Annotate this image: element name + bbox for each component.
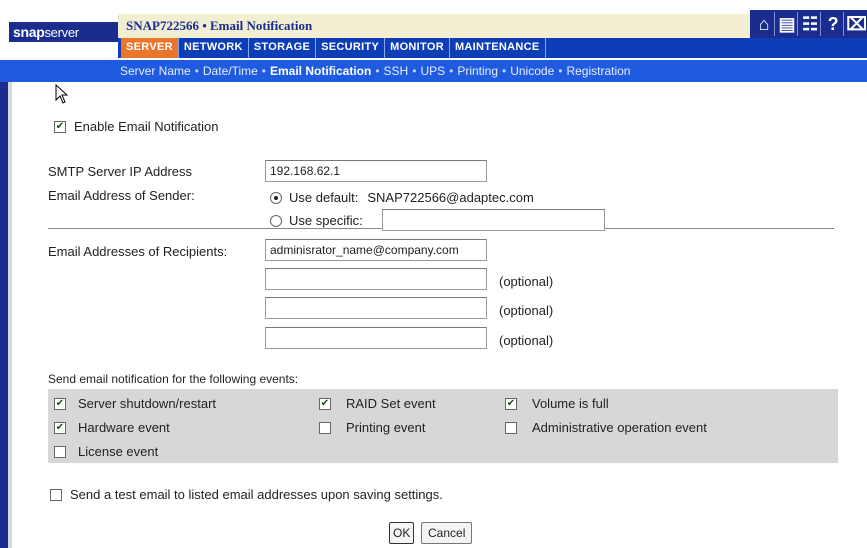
left-border (0, 82, 8, 548)
recipients-label-row: Email Addresses of Recipients: (48, 244, 227, 259)
logo-sub: server (44, 25, 79, 40)
recipients-label: Email Addresses of Recipients: (48, 244, 228, 259)
event-admin-operation-checkbox[interactable] (505, 421, 517, 434)
test-email-label: Send a test email to listed email addres… (70, 487, 443, 502)
subnav-ssh[interactable]: SSH (384, 64, 409, 78)
logout-icon[interactable]: ⌧ (846, 12, 867, 36)
server-list-icon[interactable]: ▤ (777, 12, 799, 36)
logo-main: snap (13, 24, 45, 40)
specific-sender-input[interactable] (382, 209, 605, 231)
subnav-date-time[interactable]: Date/Time (203, 64, 258, 78)
smtp-server-input[interactable] (265, 160, 487, 182)
optional-note-3: (optional) (499, 303, 554, 318)
event-server-shutdown-checkbox[interactable]: ✔ (54, 397, 66, 410)
event-label: RAID Set event (346, 396, 436, 411)
subnav-ups[interactable]: UPS (420, 64, 445, 78)
subnav-printing[interactable]: Printing (457, 64, 498, 78)
events-heading-row: Send email notification for the followin… (48, 372, 298, 386)
email-notification-form: ✔ Enable Email Notification SMTP Server … (12, 82, 867, 548)
sub-navigation: Server Name • Date/Time • Email Notification… (0, 60, 867, 82)
event-printing-checkbox[interactable] (319, 421, 331, 434)
event-item: ✔ RAID Set event (319, 396, 436, 411)
ok-button[interactable]: OK (389, 522, 415, 544)
event-license-checkbox[interactable] (54, 445, 66, 458)
event-item: Printing event (319, 420, 426, 435)
recipient-input-3[interactable] (265, 297, 487, 319)
subnav-email-notification[interactable]: Email Notification (270, 64, 371, 78)
optional-note-2-row: (optional) (499, 274, 553, 289)
optional-note-2: (optional) (499, 274, 554, 289)
help-icon[interactable]: ? (823, 12, 845, 36)
network-map-icon[interactable]: ☷ (800, 12, 822, 36)
main-tabs: SERVER NETWORK STORAGE SECURITY MONITOR … (118, 38, 867, 58)
event-item: License event (54, 444, 158, 459)
event-label: Printing event (346, 420, 426, 435)
use-default-radio[interactable] (270, 191, 282, 204)
test-email-checkbox[interactable] (50, 488, 62, 501)
event-label: Administrative operation event (532, 420, 707, 435)
event-raid-set-checkbox[interactable]: ✔ (319, 397, 331, 410)
sender-label-row: Email Address of Sender: (48, 188, 195, 203)
toolbar-icons: ⌂ ▤ ☷ ? ⌧ (750, 10, 867, 38)
event-hardware-checkbox[interactable]: ✔ (54, 421, 66, 434)
default-address: SNAP722566@adaptec.com (367, 190, 534, 205)
event-label: License event (78, 444, 159, 459)
event-label: Server shutdown/restart (78, 396, 217, 411)
smtp-label: SMTP Server IP Address (48, 164, 193, 179)
tab-maintenance[interactable]: MAINTENANCE (450, 38, 546, 58)
app-window: snapserver SNAP722566 • Email Notificati… (0, 0, 867, 548)
tab-storage[interactable]: STORAGE (249, 38, 317, 58)
recipient-input-1[interactable] (265, 239, 487, 261)
event-item: Administrative operation event (505, 420, 707, 435)
tab-monitor[interactable]: MONITOR (385, 38, 450, 58)
subnav-unicode[interactable]: Unicode (510, 64, 554, 78)
page-title: SNAP722566 • Email Notification (118, 14, 820, 38)
event-item: ✔ Hardware event (54, 420, 170, 435)
cancel-button[interactable]: Cancel (421, 522, 473, 544)
smtp-row: SMTP Server IP Address (48, 164, 192, 179)
use-default-row: Use default: SNAP722566@adaptec.com (270, 190, 534, 205)
tab-security[interactable]: SECURITY (316, 38, 386, 58)
enable-email-label: Enable Email Notification (74, 119, 219, 134)
recipient-input-2[interactable] (265, 268, 487, 290)
event-label: Volume is full (532, 396, 609, 411)
subnav-server-name[interactable]: Server Name (120, 64, 191, 78)
event-label: Hardware event (78, 420, 170, 435)
event-item: ✔ Server shutdown/restart (54, 396, 216, 411)
event-item: ✔ Volume is full (505, 396, 609, 411)
tab-server[interactable]: SERVER (121, 38, 179, 58)
recipient-input-4[interactable] (265, 327, 487, 349)
use-default-label: Use default: (289, 190, 359, 205)
sender-label: Email Address of Sender: (48, 188, 195, 203)
test-email-row: Send a test email to listed email addres… (50, 487, 443, 502)
events-heading: Send email notification for the followin… (48, 372, 299, 386)
enable-email-checkbox[interactable]: ✔ (54, 120, 66, 133)
optional-note-4-row: (optional) (499, 333, 553, 348)
use-specific-radio[interactable] (270, 214, 282, 227)
tab-network[interactable]: NETWORK (179, 38, 249, 58)
header: snapserver SNAP722566 • Email Notificati… (0, 0, 867, 60)
optional-note-3-row: (optional) (499, 303, 553, 318)
use-specific-row: Use specific: (270, 213, 363, 228)
subnav-registration[interactable]: Registration (566, 64, 630, 78)
logo: snapserver (9, 22, 119, 42)
optional-note-4: (optional) (499, 333, 554, 348)
home-icon[interactable]: ⌂ (754, 12, 776, 36)
use-specific-label: Use specific: (289, 213, 363, 228)
enable-row: ✔ Enable Email Notification (54, 119, 219, 134)
event-volume-full-checkbox[interactable]: ✔ (505, 397, 517, 410)
